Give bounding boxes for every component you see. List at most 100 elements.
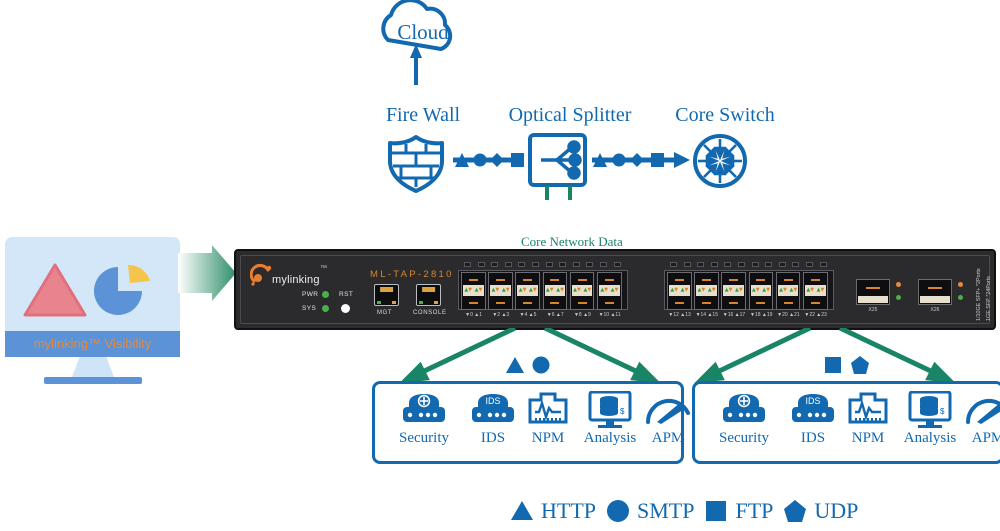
sfp-traffic-arrows: ▲▼ <box>789 287 798 293</box>
tap-appliance-chassis: mylinking ™ ML-TAP-2810 PWR RST SYS MGT … <box>234 249 996 330</box>
mgt-rj45-port[interactable] <box>374 284 399 306</box>
legend-label: HTTP <box>541 498 596 523</box>
tool-item-ids[interactable]: IDS IDS <box>467 390 519 462</box>
sfp-slot-pair[interactable]: ▲▼ ▲▼ <box>803 272 828 310</box>
sfp-cage: ▲▼ ▲▼ ▲▼ ▲▼ ▲▼ ▲▼ ▲▼ ▲▼ ▲▼ ▲▼ ▲▼ ▲▼ <box>664 270 834 310</box>
legend-label: FTP <box>735 498 774 523</box>
device-toolbox-arrows <box>399 328 956 384</box>
firewall-label: Fire Wall <box>385 104 461 126</box>
led-label-rst: RST <box>339 291 354 298</box>
sfp-status-indicator <box>819 262 827 267</box>
sfp-plus-port-group[interactable]: X25 X26 <box>856 279 976 319</box>
sfp-slot-pair[interactable]: ▲▼ ▲▼ <box>569 272 595 310</box>
sfp-link-indicator-strip: ▲▼ ▲▼ <box>750 285 772 296</box>
sfp-plus-slot[interactable] <box>856 279 890 305</box>
svg-text:IDS: IDS <box>805 396 820 406</box>
sfp-status-indicator <box>464 262 471 267</box>
sfp-traffic-arrows: ▲▼ <box>600 287 609 293</box>
tool-item-apm[interactable]: APM <box>963 390 1000 462</box>
mgt-led-green <box>377 301 381 304</box>
sfp-slot-pair[interactable]: ▲▼ ▲▼ <box>461 272 486 310</box>
mylinking-logo-icon <box>250 263 272 286</box>
tool-label: NPM <box>531 430 565 446</box>
sfp-slot-pair[interactable]: ▲▼ ▲▼ <box>542 272 568 310</box>
sfp-port-number-label: ▼18 ▲19 <box>749 312 773 318</box>
sfp-latch-lower <box>756 302 766 304</box>
sfp-link-indicator-strip: ▲▼ ▲▼ <box>777 285 799 296</box>
reset-button[interactable] <box>341 304 350 313</box>
sfp-slot-pair[interactable]: ▲▼ ▲▼ <box>515 272 541 310</box>
sfp-link-indicator-strip: ▲▼ ▲▼ <box>599 285 620 296</box>
sfp-plus-led-orange <box>958 282 963 287</box>
sfp-latch-lower <box>550 302 560 304</box>
security-shield-icon <box>381 390 467 430</box>
monitor-pie-slice <box>128 264 150 283</box>
sfp-latch-upper <box>810 279 820 281</box>
mgt-led-orange <box>392 301 396 304</box>
console-rj45-port[interactable] <box>416 284 441 306</box>
npm-monitor-icon <box>848 392 888 424</box>
tool-item-npm[interactable]: NPM <box>519 390 577 462</box>
sfp-status-indicator <box>751 262 759 267</box>
sfp-port-number-label: ▼14 ▲15 <box>695 312 718 318</box>
sfp-port-number-label: ▼4 ▲5 <box>519 312 537 318</box>
tool-item-apm[interactable]: APM <box>643 390 693 462</box>
tool-item-security[interactable]: Security <box>381 390 467 462</box>
sfp-traffic-arrows: ▲▼ <box>583 287 592 293</box>
tool-label: NPM <box>851 430 885 446</box>
sfp-traffic-arrows: ▲▼ <box>545 287 554 293</box>
sfp-traffic-arrows: ▲▼ <box>707 287 716 293</box>
marker-circle-smtp <box>532 356 550 374</box>
tool-item-ids[interactable]: IDS IDS <box>787 390 839 462</box>
core-switch-icon <box>693 134 747 188</box>
sfp-status-indicator <box>504 262 512 267</box>
sfp-latch-upper <box>468 279 478 281</box>
sfp-status-indicator <box>586 262 594 267</box>
monitor-neck <box>72 357 114 377</box>
sfp-latch-lower <box>577 302 587 304</box>
sfp-traffic-arrows: ▲▼ <box>670 287 679 293</box>
sfp-latch-upper <box>783 279 793 281</box>
legend-item-udp: UDP <box>783 498 858 524</box>
sfp-slot-pair[interactable]: ▲▼ ▲▼ <box>748 272 774 310</box>
security-shield-icon <box>403 394 445 422</box>
device-model-label: ML-TAP-2810 <box>370 269 454 280</box>
firewall-splitter-flow <box>453 153 524 167</box>
tool-label: APM <box>651 430 685 446</box>
tool-item-analysis[interactable]: $ Analysis <box>897 390 963 462</box>
tool-item-security[interactable]: Security <box>701 390 787 462</box>
toolbox-right[interactable]: Security IDS IDS NPM $ Analysis APM <box>692 381 1000 464</box>
tool-label: APM <box>971 430 1000 446</box>
sfp-slot-pair[interactable]: ▲▼ ▲▼ <box>721 272 747 310</box>
sfp-plus-base <box>858 296 888 303</box>
sfp-link-indicator-strip: ▲▼ ▲▼ <box>696 285 717 296</box>
sfp-latch-upper <box>729 279 739 281</box>
sfp-plus-slot[interactable] <box>918 279 952 305</box>
legend-item-smtp: SMTP <box>606 498 694 524</box>
sfp-slot-pair[interactable]: ▲▼ ▲▼ <box>667 272 692 310</box>
sfp-status-indicator <box>613 262 621 267</box>
sfp-port-group-left[interactable]: ▲▼ ▲▼ ▲▼ ▲▼ ▲▼ ▲▼ ▲▼ ▲▼ ▲▼ ▲▼ ▲▼ ▲▼ ▼0 ▲1 ▼2 ▲3 ▼4 ▲5 ▼… <box>458 262 628 324</box>
ids-appliance-icon: IDS <box>787 390 839 430</box>
sfp-slot-pair[interactable]: ▲▼ ▲▼ <box>488 272 513 310</box>
analysis-database-icon: $ <box>897 390 963 430</box>
sfp-slot-pair[interactable]: ▲▼ ▲▼ <box>694 272 719 310</box>
sfp-latch-upper <box>674 279 684 281</box>
sfp-status-indicator <box>778 262 786 267</box>
sfp-slot-pair[interactable]: ▲▼ ▲▼ <box>775 272 801 310</box>
sfp-plus-port-label: X26 <box>930 307 940 313</box>
sfp-status-indicator <box>792 262 800 267</box>
apm-gauge-icon <box>965 398 1000 424</box>
sfp-slot-pair[interactable]: ▲▼ ▲▼ <box>597 272 622 310</box>
console-led-green <box>419 301 423 304</box>
npm-monitor-icon <box>519 390 577 430</box>
toolbox-left[interactable]: Security IDS IDS NPM $ Analysis APM <box>372 381 690 464</box>
analysis-database-icon: $ <box>588 391 632 428</box>
sfp-port-group-right[interactable]: ▲▼ ▲▼ ▲▼ ▲▼ ▲▼ ▲▼ ▲▼ ▲▼ ▲▼ ▲▼ ▲▼ ▲▼ ▼12 ▲13 ▼14 ▲15 ▼1… <box>664 262 834 324</box>
sfp-traffic-arrows: ▲▼ <box>762 287 770 293</box>
tool-item-npm[interactable]: NPM <box>839 390 897 462</box>
tool-item-analysis[interactable]: $ Analysis <box>577 390 643 462</box>
mgt-port-pins <box>379 287 394 292</box>
sfp-status-indicator <box>600 262 607 267</box>
sfp-traffic-arrows: ▲▼ <box>610 287 619 293</box>
